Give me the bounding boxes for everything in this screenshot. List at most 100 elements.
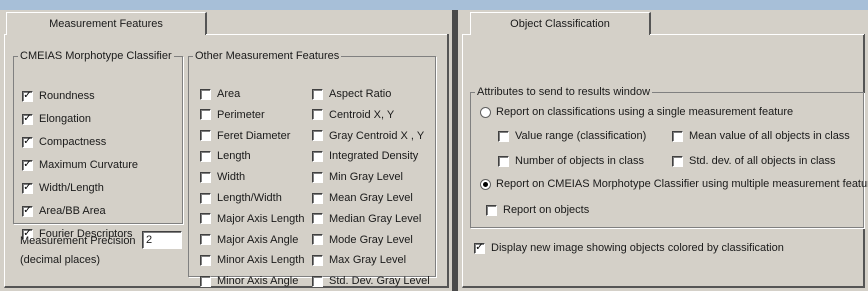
single-opt-2-box[interactable] [498, 155, 509, 167]
other-col2-item-3-box[interactable] [312, 150, 323, 162]
single-opt-3-checkbox[interactable]: Std. dev. of all objects in class [672, 153, 836, 169]
other-col2-item-1-box[interactable] [312, 109, 323, 121]
other-col1-item-4-box[interactable] [200, 171, 211, 183]
morph-item-0-box[interactable]: ✓ [22, 90, 33, 102]
other-col1-item-7-checkbox[interactable]: Major Axis Angle [200, 232, 298, 248]
other-col2-item-7-label: Mode Gray Level [329, 233, 413, 246]
other-col2-item-4-checkbox[interactable]: Min Gray Level [312, 169, 403, 185]
other-col1-item-2-box[interactable] [200, 130, 211, 142]
other-col2-item-5-box[interactable] [312, 192, 323, 204]
morph-item-3-checkbox[interactable]: ✓ Maximum Curvature [22, 157, 138, 173]
single-opt-2-label: Number of objects in class [515, 155, 644, 167]
single-opt-3-box[interactable] [672, 155, 683, 167]
other-col1-item-1-box[interactable] [200, 109, 211, 121]
morph-item-0-checkbox[interactable]: ✓ Roundness [22, 88, 95, 104]
other-col2-item-6-box[interactable] [312, 213, 323, 225]
other-col1-item-4-checkbox[interactable]: Width [200, 169, 245, 185]
tab-object-classification[interactable]: Object Classification [470, 12, 651, 35]
other-col2-item-0-box[interactable] [312, 88, 323, 100]
report-on-objects-box[interactable] [486, 204, 497, 216]
other-col1-item-8-box[interactable] [200, 254, 211, 266]
other-col2-item-0-checkbox[interactable]: Aspect Ratio [312, 86, 391, 102]
other-col1-item-9-checkbox[interactable]: Minor Axis Angle [200, 273, 298, 289]
other-col2-item-5-checkbox[interactable]: Mean Gray Level [312, 190, 413, 206]
other-col2-item-2-label: Gray Centroid X , Y [329, 129, 425, 142]
other-col1-item-5-checkbox[interactable]: Length/Width [200, 190, 282, 206]
object-classification-panel: Object Classification Attributes to send… [458, 10, 868, 291]
other-group-title: Other Measurement Features [195, 50, 340, 62]
other-col1-item-8-checkbox[interactable]: Minor Axis Length [200, 252, 304, 268]
radio-multi-feature[interactable]: Report on CMEIAS Morphotype Classifier u… [480, 176, 868, 192]
radio-selected-dot [483, 181, 488, 187]
other-col2-item-6-checkbox[interactable]: Median Gray Level [312, 211, 421, 227]
morph-item-1-box[interactable]: ✓ [22, 113, 33, 125]
other-col2-item-4-box[interactable] [312, 171, 323, 183]
other-col1-item-2-checkbox[interactable]: Feret Diameter [200, 128, 290, 144]
radio-multi-label: Report on CMEIAS Morphotype Classifier u… [496, 178, 868, 190]
radio-multi-circle[interactable] [480, 178, 491, 190]
tab-page-top-edge-left [4, 34, 7, 35]
morphotype-group-title: CMEIAS Morphotype Classifier [20, 50, 172, 62]
single-opt-0-label: Value range (classification) [515, 130, 647, 142]
other-col2-item-7-checkbox[interactable]: Mode Gray Level [312, 232, 413, 248]
tab-measurement-features[interactable]: Measurement Features [6, 12, 207, 35]
morph-item-3-box[interactable]: ✓ [22, 159, 33, 171]
single-opt-0-checkbox[interactable]: Value range (classification) [498, 128, 646, 144]
measurement-precision-value: 2 [146, 234, 153, 246]
other-col2-item-5-label: Mean Gray Level [329, 192, 413, 204]
morph-item-5-label: Area/BB Area [39, 205, 106, 217]
other-col2-item-6-label: Median Gray Level [329, 212, 422, 225]
report-on-objects-label: Report on objects [503, 204, 590, 216]
single-opt-1-box[interactable] [672, 130, 683, 142]
other-col2-item-2-checkbox[interactable]: Gray Centroid X , Y [312, 128, 424, 144]
single-opt-0-box[interactable] [498, 130, 509, 142]
other-col1-item-3-box[interactable] [200, 150, 211, 162]
other-col1-item-0-checkbox[interactable]: Area [200, 86, 240, 102]
morph-item-2-box[interactable]: ✓ [22, 136, 33, 148]
other-col2-item-8-box[interactable] [312, 254, 323, 266]
single-opt-1-checkbox[interactable]: Mean value of all objects in class [672, 128, 850, 144]
other-col1-item-0-box[interactable] [200, 88, 211, 100]
morph-item-5-box[interactable]: ✓ [22, 205, 33, 217]
other-col1-item-7-box[interactable] [200, 234, 211, 246]
other-col2-item-9-label: Std. Dev. Gray Level [329, 275, 430, 288]
morph-item-3-label: Maximum Curvature [39, 159, 139, 171]
measurement-precision-label: Measurement Precision [20, 235, 136, 247]
morph-item-4-checkbox[interactable]: ✓ Width/Length [22, 180, 104, 196]
other-col1-item-6-label: Major Axis Length [217, 212, 305, 225]
other-col2-item-0-label: Aspect Ratio [329, 88, 392, 100]
single-opt-2-checkbox[interactable]: Number of objects in class [498, 153, 644, 169]
radio-single-feature[interactable]: Report on classifications using a single… [480, 104, 793, 120]
other-col1-item-2-label: Feret Diameter [217, 129, 291, 142]
single-opt-3-label: Std. dev. of all objects in class [689, 155, 836, 167]
single-opt-1-label: Mean value of all objects in class [689, 130, 850, 142]
measurement-precision-input[interactable]: 2 [142, 231, 182, 249]
other-col2-item-7-box[interactable] [312, 234, 323, 246]
other-col2-item-2-box[interactable] [312, 130, 323, 142]
other-col2-item-8-checkbox[interactable]: Max Gray Level [312, 252, 406, 268]
other-col1-item-1-label: Perimeter [217, 108, 265, 121]
radio-single-circle[interactable] [480, 106, 491, 118]
other-col1-item-6-box[interactable] [200, 213, 211, 225]
report-on-objects-checkbox[interactable]: Report on objects [486, 202, 589, 218]
other-col2-item-1-checkbox[interactable]: Centroid X, Y [312, 107, 394, 123]
decimal-places-label: (decimal places) [20, 254, 101, 266]
morph-item-0-label: Roundness [39, 90, 95, 102]
morph-item-1-label: Elongation [39, 113, 91, 125]
morph-item-2-label: Compactness [39, 136, 107, 148]
other-col1-item-5-box[interactable] [200, 192, 211, 204]
display-new-image-box[interactable]: ✓ [474, 242, 485, 254]
morph-item-1-checkbox[interactable]: ✓ Elongation [22, 111, 91, 127]
other-col1-item-6-checkbox[interactable]: Major Axis Length [200, 211, 304, 227]
other-col1-item-1-checkbox[interactable]: Perimeter [200, 107, 265, 123]
morph-item-5-checkbox[interactable]: ✓ Area/BB Area [22, 203, 106, 219]
display-new-image-checkbox[interactable]: ✓ Display new image showing objects colo… [474, 240, 784, 256]
other-col1-item-9-box[interactable] [200, 275, 211, 287]
other-col1-item-3-checkbox[interactable]: Length [200, 148, 251, 164]
other-col2-item-3-checkbox[interactable]: Integrated Density [312, 148, 418, 164]
other-col2-item-9-checkbox[interactable]: Std. Dev. Gray Level [312, 273, 430, 289]
morph-item-2-checkbox[interactable]: ✓ Compactness [22, 134, 106, 150]
other-col2-item-9-box[interactable] [312, 275, 323, 287]
morph-item-4-box[interactable]: ✓ [22, 182, 33, 194]
other-col2-item-3-label: Integrated Density [329, 150, 419, 163]
